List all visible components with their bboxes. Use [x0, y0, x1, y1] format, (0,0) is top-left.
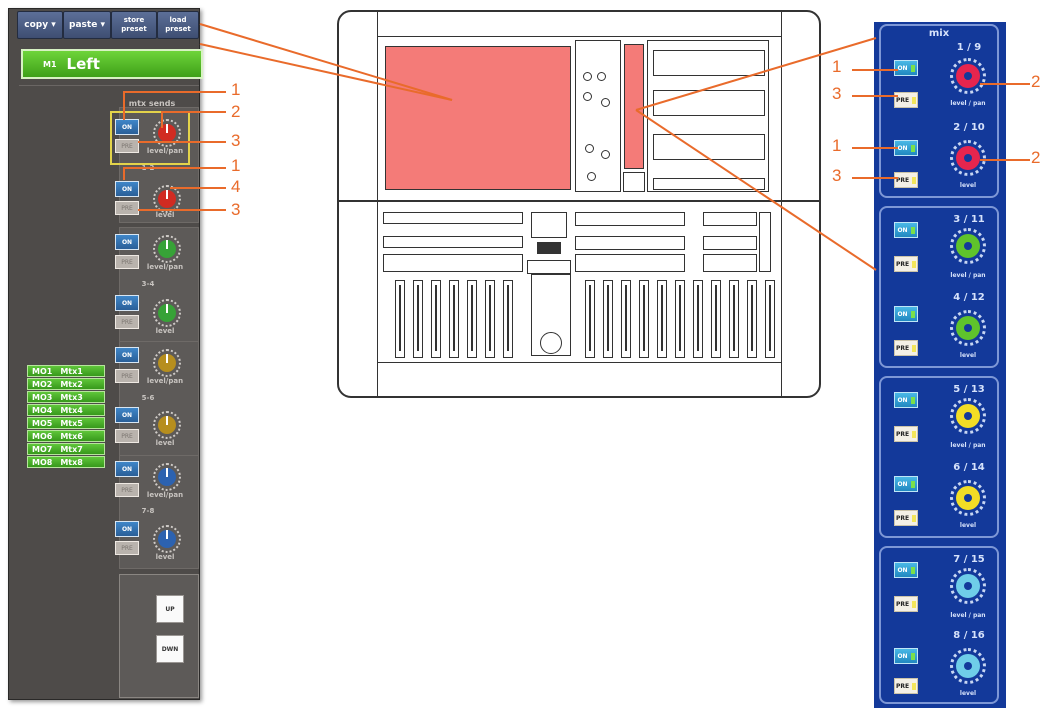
- callout-number: 3: [832, 166, 842, 185]
- callout-line: [123, 167, 226, 180]
- callout-number: 2: [1031, 148, 1041, 167]
- callout-number: 2: [231, 102, 241, 121]
- callout-line: [123, 91, 226, 120]
- callout-number: 3: [231, 131, 241, 150]
- callout-number: 2: [1031, 72, 1041, 91]
- callout-number: 4: [231, 177, 241, 196]
- callout-number: 1: [832, 136, 842, 155]
- callout-number: 3: [832, 84, 842, 103]
- callout-number: 1: [231, 80, 241, 99]
- callout-number: 3: [231, 200, 241, 219]
- callout-line: [635, 109, 877, 271]
- callout-number: 1: [832, 57, 842, 76]
- callout-number: 1: [231, 156, 241, 175]
- callout-line: [161, 111, 226, 128]
- callout-lines: [123, 23, 1030, 271]
